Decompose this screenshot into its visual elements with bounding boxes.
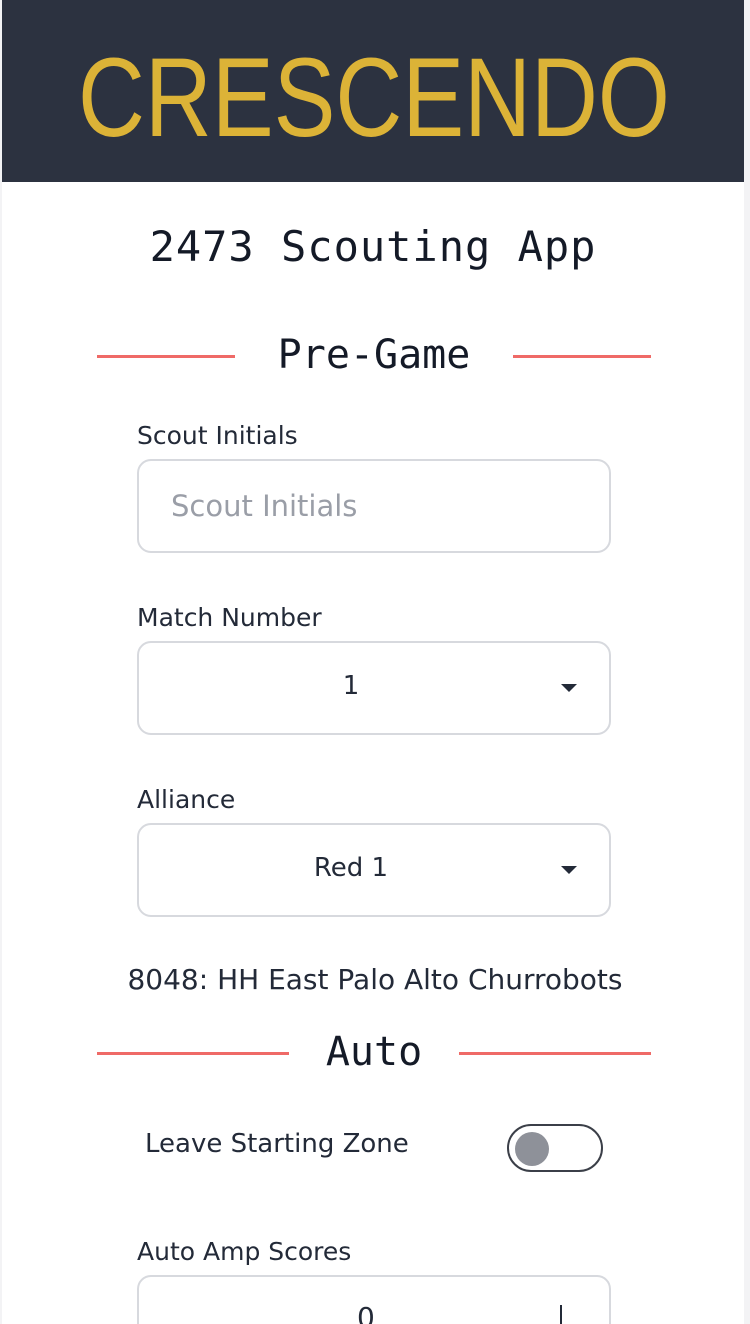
scout-initials-field[interactable] <box>137 459 611 553</box>
match-number-select[interactable]: 1 <box>137 641 611 735</box>
app-page: CRESCENDO 2473 Scouting App Pre-Game Sco… <box>2 0 744 1324</box>
auto-amp-scores-stepper[interactable]: 0 <box>137 1275 611 1324</box>
alliance-label: Alliance <box>137 785 236 814</box>
logo-text: CRESCENDO <box>78 35 670 160</box>
team-info: 8048: HH East Palo Alto Churrobots <box>127 963 623 996</box>
alliance-value: Red 1 <box>313 853 389 883</box>
toggle-knob <box>515 1132 549 1166</box>
chevron-down-icon <box>561 684 577 692</box>
chevron-down-icon <box>561 866 577 874</box>
scout-initials-input[interactable] <box>139 461 609 551</box>
section-header-auto: Auto <box>97 1023 651 1083</box>
scout-initials-label: Scout Initials <box>137 421 298 450</box>
alliance-select[interactable]: Red 1 <box>137 823 611 917</box>
auto-amp-scores-value: 0 <box>357 1301 375 1324</box>
divider-line-right <box>459 1052 651 1055</box>
divider-line-right <box>513 355 651 358</box>
crescendo-logo: CRESCENDO <box>78 35 670 160</box>
auto-amp-scores-label: Auto Amp Scores <box>137 1237 352 1266</box>
match-number-value: 1 <box>342 671 360 701</box>
leave-starting-zone-toggle[interactable] <box>507 1124 603 1172</box>
section-header-pre-game: Pre-Game <box>97 326 651 386</box>
match-number-label: Match Number <box>137 603 322 632</box>
increment-icon[interactable] <box>560 1305 562 1324</box>
leave-starting-zone-label: Leave Starting Zone <box>145 1129 409 1159</box>
app-title: 2473 Scouting App <box>149 222 597 271</box>
header-banner: CRESCENDO <box>2 0 744 182</box>
